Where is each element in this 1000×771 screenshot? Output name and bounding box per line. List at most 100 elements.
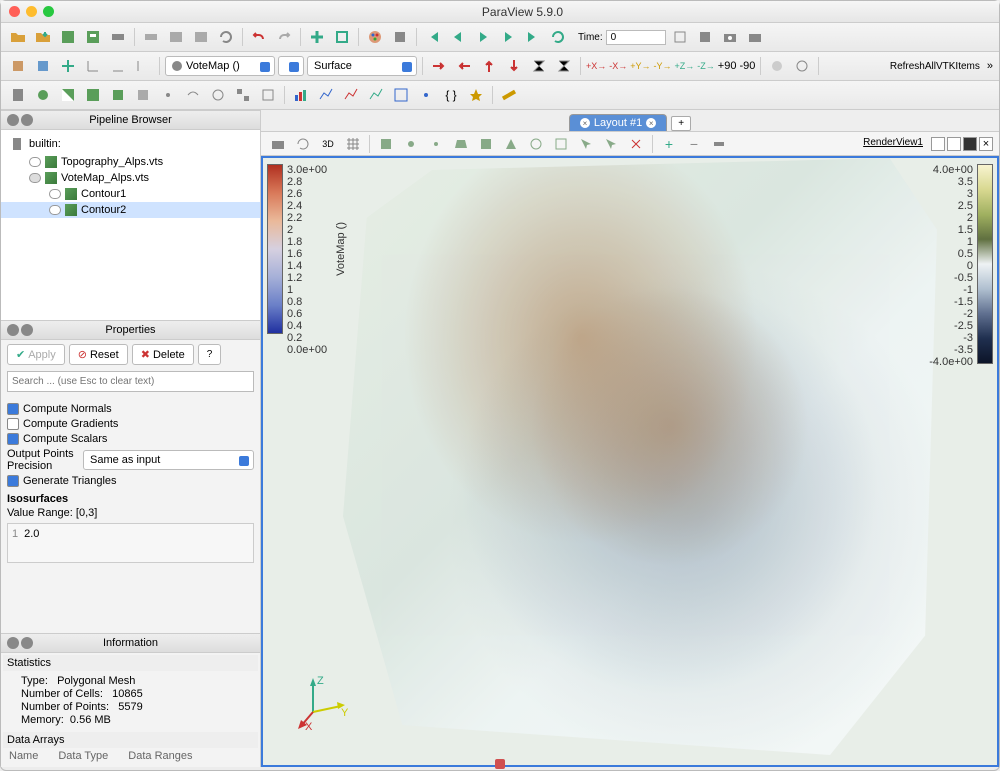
- zplus-view-icon[interactable]: [528, 55, 550, 77]
- palette-icon[interactable]: [364, 26, 386, 48]
- time-snap-icon[interactable]: [669, 26, 691, 48]
- warp-icon[interactable]: [207, 84, 229, 106]
- line-chart3-icon[interactable]: [365, 84, 387, 106]
- extract-icon[interactable]: [132, 84, 154, 106]
- help-icon[interactable]: [389, 26, 411, 48]
- compute-gradients-checkbox[interactable]: Compute Gradients: [7, 418, 254, 430]
- generate-triangles-checkbox[interactable]: Generate Triangles: [7, 475, 254, 487]
- reload-icon[interactable]: [215, 26, 237, 48]
- component-combo[interactable]: [278, 56, 304, 76]
- clear-sel-icon[interactable]: [625, 133, 647, 155]
- rotate-plus-icon[interactable]: +90: [718, 55, 737, 77]
- xplus-view-icon[interactable]: [428, 55, 450, 77]
- minimize-window-button[interactable]: [26, 6, 37, 17]
- macro-button[interactable]: RefreshAllVTKItems: [890, 61, 980, 72]
- pipeline-tree[interactable]: builtin: Topography_Alps.vtsVoteMap_Alps…: [1, 130, 260, 320]
- coloring-array-combo[interactable]: VoteMap (): [165, 56, 275, 76]
- hover-cell-icon[interactable]: [550, 133, 572, 155]
- layout-tab[interactable]: × Layout #1 ×: [569, 114, 667, 131]
- auto-apply-icon[interactable]: [306, 26, 328, 48]
- sel-interactive-icon[interactable]: [500, 133, 522, 155]
- threshold-icon[interactable]: [107, 84, 129, 106]
- panel-dock-icon[interactable]: [21, 114, 33, 126]
- xminus-view-icon[interactable]: [453, 55, 475, 77]
- toggle-sel-icon[interactable]: [708, 133, 730, 155]
- properties-search-input[interactable]: [7, 371, 254, 392]
- render-view[interactable]: 3.0e+002.82.62.42.221.81.61.41.210.80.60…: [261, 156, 999, 767]
- axis-minus-y-icon[interactable]: -Y→: [654, 55, 672, 77]
- representation-combo[interactable]: Surface: [307, 56, 417, 76]
- compute-scalars-checkbox[interactable]: Compute Scalars: [7, 433, 254, 445]
- scale-axis-icon[interactable]: [82, 55, 104, 77]
- play-icon[interactable]: [472, 26, 494, 48]
- clip-icon[interactable]: [57, 84, 79, 106]
- pipeline-item[interactable]: Contour2: [1, 202, 260, 218]
- group-icon[interactable]: [232, 84, 254, 106]
- renderview-label[interactable]: RenderView1: [863, 137, 923, 151]
- zminus-view-icon[interactable]: [553, 55, 575, 77]
- maximize-icon[interactable]: [963, 137, 977, 151]
- pick2-icon[interactable]: [600, 133, 622, 155]
- output-precision-combo[interactable]: Same as input: [83, 450, 254, 470]
- redo-icon[interactable]: [273, 26, 295, 48]
- rotate-minus-icon[interactable]: -90: [739, 55, 755, 77]
- camera-icon[interactable]: [744, 26, 766, 48]
- hover-point-icon[interactable]: [525, 133, 547, 155]
- curves-icon[interactable]: { }: [440, 84, 462, 106]
- save-data-icon[interactable]: [57, 26, 79, 48]
- panel-close-icon[interactable]: [7, 324, 19, 336]
- extract-level-icon[interactable]: [257, 84, 279, 106]
- sel-frustum-icon[interactable]: [450, 133, 472, 155]
- save-state-icon[interactable]: [82, 26, 104, 48]
- contour-icon[interactable]: [32, 84, 54, 106]
- grid-icon[interactable]: [342, 133, 364, 155]
- yplus-view-icon[interactable]: [478, 55, 500, 77]
- split-v-icon[interactable]: [947, 137, 961, 151]
- zoom-window-button[interactable]: [43, 6, 54, 17]
- axis-plus-x-icon[interactable]: +X→: [586, 55, 606, 77]
- slice-icon[interactable]: [82, 84, 104, 106]
- close-view-icon[interactable]: ×: [979, 137, 993, 151]
- zoom-to-data-icon[interactable]: [32, 55, 54, 77]
- stream-icon[interactable]: [182, 84, 204, 106]
- ruler-icon[interactable]: [498, 84, 520, 106]
- next-frame-icon[interactable]: [497, 26, 519, 48]
- add-sel-icon[interactable]: +: [658, 133, 680, 155]
- panel-close-icon[interactable]: [7, 114, 19, 126]
- orientation-axes[interactable]: Z Y X: [293, 672, 353, 735]
- pick-icon[interactable]: [575, 133, 597, 155]
- time-next-icon[interactable]: [694, 26, 716, 48]
- show-inputs-icon[interactable]: [7, 55, 29, 77]
- axis-minus-x-icon[interactable]: -X→: [609, 55, 627, 77]
- add-layout-button[interactable]: +: [671, 116, 691, 131]
- scale-axis2-icon[interactable]: [107, 55, 129, 77]
- scale-axis3-icon[interactable]: [132, 55, 154, 77]
- pipeline-item[interactable]: Contour1: [1, 186, 260, 202]
- visibility-toggle-icon[interactable]: [49, 205, 61, 215]
- visibility-toggle-icon[interactable]: [49, 189, 61, 199]
- first-frame-icon[interactable]: [422, 26, 444, 48]
- glyph-icon[interactable]: [157, 84, 179, 106]
- tab-close-icon[interactable]: ×: [646, 118, 656, 128]
- screenshot-icon[interactable]: [719, 26, 741, 48]
- undo-icon[interactable]: [248, 26, 270, 48]
- subtract-sel-icon[interactable]: −: [683, 133, 705, 155]
- server-connect-icon[interactable]: [190, 26, 212, 48]
- chart4-icon[interactable]: [390, 84, 412, 106]
- compute-normals-checkbox[interactable]: Compute Normals: [7, 403, 254, 415]
- undo-camera-icon[interactable]: [292, 133, 314, 155]
- delete-button[interactable]: ✖Delete: [132, 344, 194, 365]
- sel-block-icon[interactable]: [475, 133, 497, 155]
- axis-minus-z-icon[interactable]: -Z→: [697, 55, 715, 77]
- help-button[interactable]: ?: [198, 344, 222, 365]
- pipeline-item[interactable]: VoteMap_Alps.vts: [1, 170, 260, 186]
- reset-button[interactable]: ⊘Reset: [69, 344, 128, 365]
- adjust-camera-icon[interactable]: [766, 55, 788, 77]
- camera-icon[interactable]: [267, 133, 289, 155]
- bar-chart-icon[interactable]: [290, 84, 312, 106]
- pipeline-root[interactable]: builtin:: [1, 134, 260, 154]
- disconnect-icon[interactable]: [140, 26, 162, 48]
- apply-on-select-icon[interactable]: [331, 26, 353, 48]
- close-window-button[interactable]: [9, 6, 20, 17]
- calculator-icon[interactable]: [7, 84, 29, 106]
